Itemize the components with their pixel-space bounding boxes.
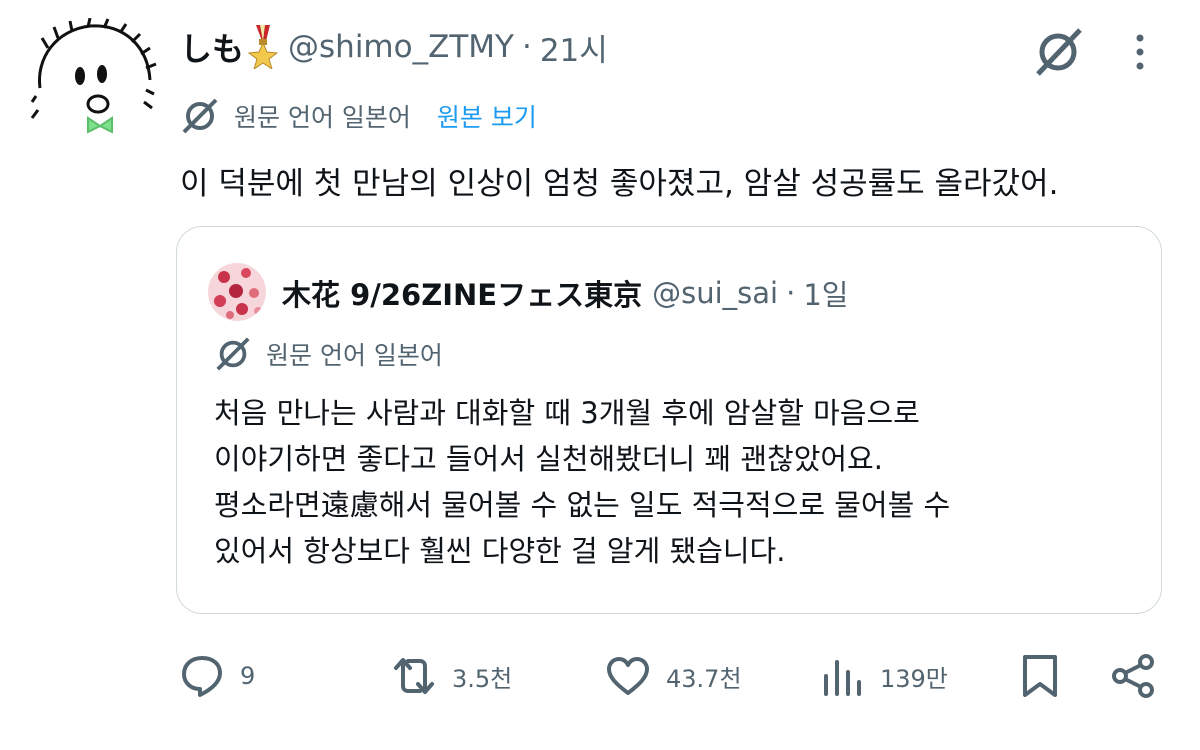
retweet-icon [394,658,434,694]
author-handle[interactable]: @shimo_ZTMY [288,29,514,65]
source-language-label: 원문 언어 일본어 [234,103,411,132]
quoted-tweet-text: 처음 만나는 사람과 대화할 때 3개월 후에 암살할 마음으로 이야기하면 좋… [214,396,951,568]
share-icon [1112,654,1154,698]
bookmark-icon [1023,655,1057,697]
translation-row: 원문 언어 일본어 원본 보기 [180,94,537,138]
retweet-count: 3.5천 [452,664,513,693]
quoted-source-language-label: 원문 언어 일본어 [266,341,443,370]
author-display-name[interactable]: しも [180,24,244,70]
quoted-author-handle[interactable]: @sui_sai [652,276,778,310]
views-button[interactable]: 139만 [818,650,948,702]
separator-dot: · [786,276,796,310]
quoted-tweet-timestamp[interactable]: 1일 [803,272,848,314]
views-icon [824,660,861,696]
like-count: 43.7천 [666,664,742,693]
retweet-button[interactable]: 3.5천 [390,650,512,702]
grok-icon[interactable] [1030,24,1086,80]
translate-icon [214,335,252,373]
reply-button[interactable]: 9 [178,650,255,702]
tweet-text: 이 덕분에 첫 만남의 인상이 엄청 좋아졌고, 암살 성공률도 올라갔어. [180,166,1059,202]
reply-icon [182,656,222,697]
tweet-header: しも @shimo_ZTMY · 21시 [180,22,608,72]
author-avatar[interactable] [28,17,160,150]
share-button[interactable] [1110,650,1158,702]
heart-icon [607,657,649,695]
quoted-translation-row: 원문 언어 일본어 [214,332,443,376]
medal-icon [247,25,279,71]
tweet-timestamp[interactable]: 21시 [540,25,608,70]
more-icon[interactable] [1122,30,1158,74]
reply-count: 9 [240,662,256,690]
quoted-author-avatar[interactable] [208,263,266,321]
views-count: 139만 [880,664,948,693]
like-button[interactable]: 43.7천 [604,650,742,702]
bookmark-button[interactable] [1016,650,1064,702]
quoted-author-display-name[interactable]: 木花 9/26ZINEフェス東京 [282,272,642,314]
view-original-link[interactable]: 원본 보기 [437,98,537,134]
separator-dot: · [521,29,532,65]
quoted-tweet-header: 木花 9/26ZINEフェス東京 @sui_sai · 1일 [282,268,848,318]
translate-icon [180,96,220,136]
